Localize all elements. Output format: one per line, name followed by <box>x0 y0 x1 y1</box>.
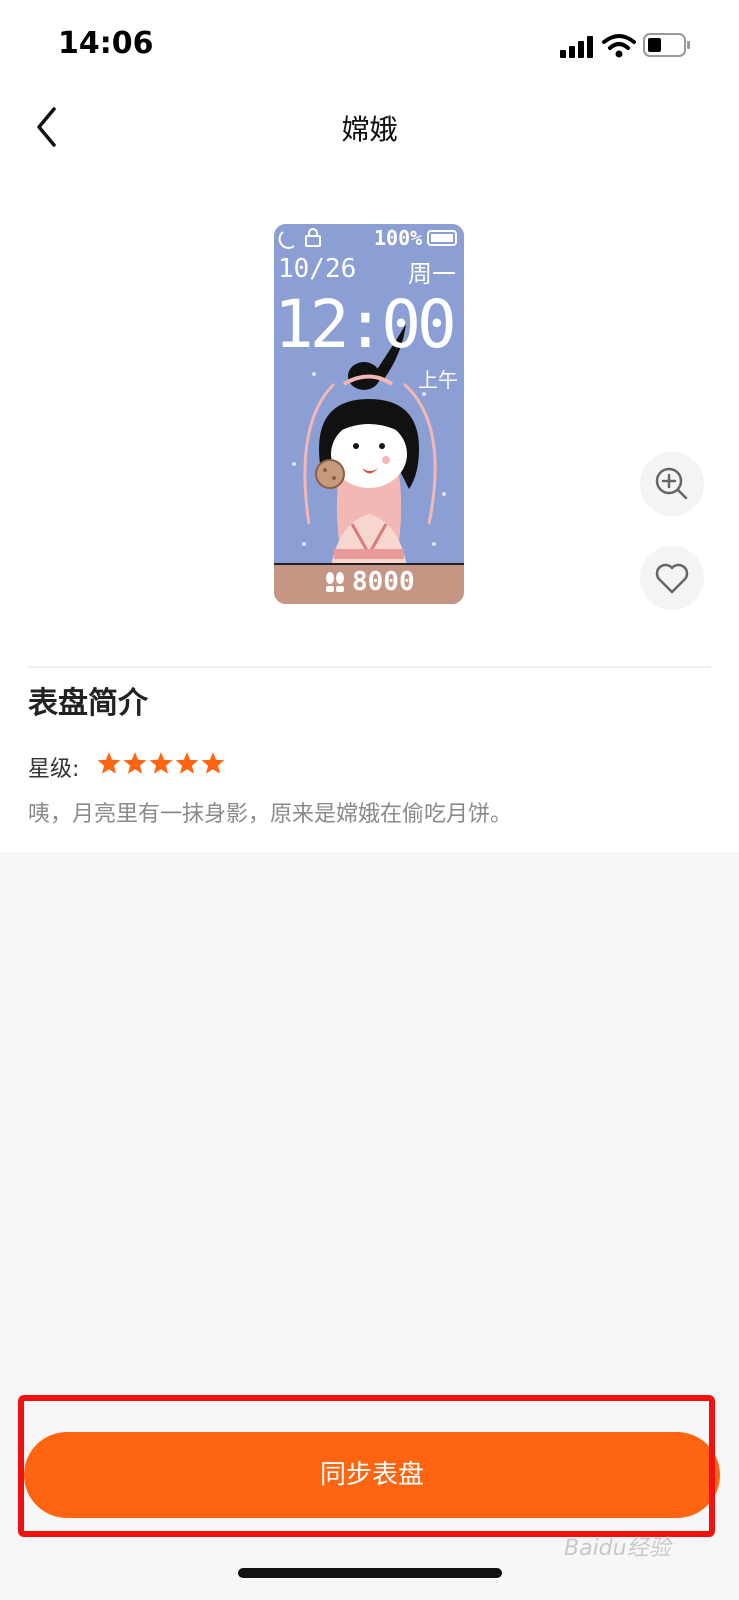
star-icon <box>123 752 147 774</box>
battery-icon <box>643 33 690 57</box>
signal-icon <box>560 36 593 58</box>
wifi-icon <box>602 34 636 58</box>
watchface-preview: 100% 10/26 周一 12:00 上午 8000 <box>274 224 464 604</box>
highlight-box <box>18 1395 715 1537</box>
page-title: 嫦娥 <box>341 113 398 146</box>
star-icon <box>149 752 173 774</box>
preview-weekday: 周一 <box>408 260 456 288</box>
nav-bar: 嫦娥 <box>0 88 739 166</box>
watchface-description: 咦，月亮里有一抹身影，原来是嫦娥在偷吃月饼。 <box>28 802 513 827</box>
zoom-button[interactable] <box>640 452 704 516</box>
star-icon <box>201 752 225 774</box>
rating-label: 星级: <box>28 757 80 782</box>
rating-stars <box>97 752 225 774</box>
section-title: 表盘简介 <box>28 686 148 721</box>
star-icon <box>175 752 199 774</box>
preview-time: 12:00 <box>274 286 457 363</box>
heart-icon <box>655 563 689 594</box>
zoom-in-icon <box>655 467 688 500</box>
status-time: 14:06 <box>58 26 154 61</box>
watchface-detail: 100% 10/26 周一 12:00 上午 8000 表盘简介 星级: 咦，月… <box>0 166 739 852</box>
status-bar: 14:06 <box>0 0 739 88</box>
home-indicator <box>238 1568 502 1578</box>
favorite-button[interactable] <box>640 546 704 610</box>
preview-ampm: 上午 <box>418 368 458 392</box>
preview-steps: 8000 <box>352 567 415 597</box>
watermark: Baidu经验 <box>564 1536 671 1561</box>
divider <box>28 666 711 668</box>
star-icon <box>97 752 121 774</box>
preview-battery-text: 100% <box>374 226 423 250</box>
preview-date: 10/26 <box>278 254 357 284</box>
